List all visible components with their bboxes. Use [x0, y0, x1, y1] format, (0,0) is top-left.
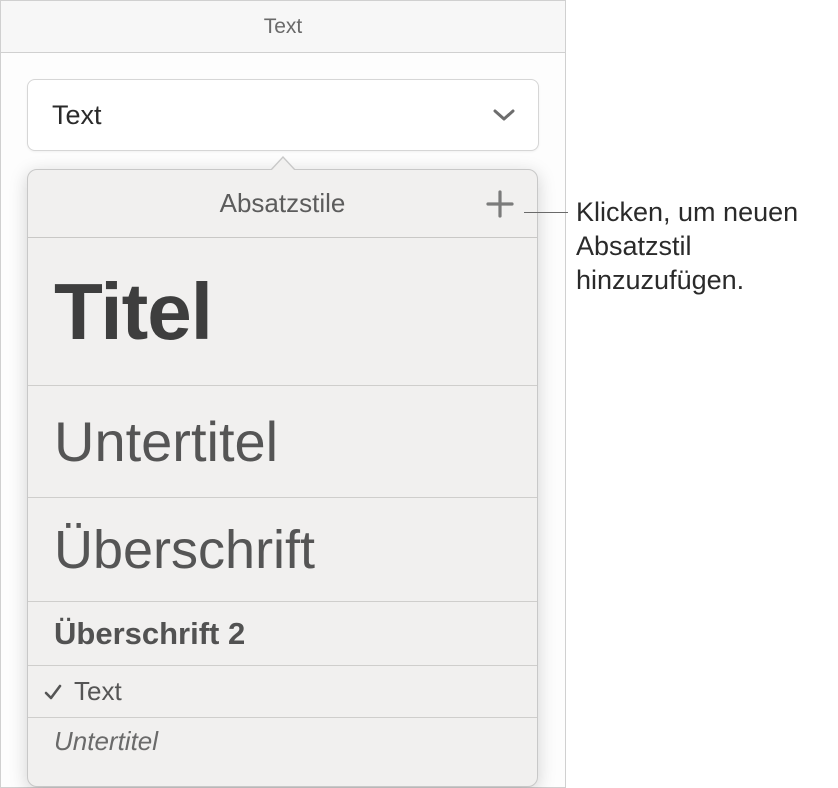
- style-label: Text: [74, 676, 122, 707]
- plus-icon: [485, 189, 515, 219]
- paragraph-styles-popover: Absatzstile Titel Untertitel Überschrift…: [27, 169, 538, 787]
- tab-text[interactable]: Text: [264, 15, 303, 39]
- paragraph-style-dropdown-value: Text: [52, 100, 102, 131]
- style-label: Untertitel: [54, 726, 158, 757]
- popover-header: Absatzstile: [28, 170, 537, 238]
- style-item-untertitel[interactable]: Untertitel: [28, 386, 537, 498]
- chevron-down-icon: [492, 108, 516, 122]
- style-item-text[interactable]: Text: [28, 666, 537, 718]
- style-label: Überschrift 2: [54, 616, 245, 652]
- style-item-titel[interactable]: Titel: [28, 238, 537, 386]
- style-label: Überschrift: [54, 519, 315, 581]
- style-item-ueberschrift-2[interactable]: Überschrift 2: [28, 602, 537, 666]
- add-paragraph-style-button[interactable]: [481, 185, 519, 223]
- paragraph-style-dropdown-wrap: Text: [1, 53, 565, 151]
- callout-text: Klicken, um neuen Absatzstil hinzuzufüge…: [576, 196, 832, 297]
- paragraph-styles-list: Titel Untertitel Überschrift Überschrift…: [28, 238, 537, 766]
- style-item-untertitel-caption[interactable]: Untertitel: [28, 718, 537, 766]
- style-item-ueberschrift[interactable]: Überschrift: [28, 498, 537, 602]
- style-label: Untertitel: [54, 409, 278, 474]
- style-label: Titel: [54, 266, 212, 358]
- popover-title: Absatzstile: [28, 188, 537, 219]
- checkmark-icon: [42, 683, 64, 701]
- popover-arrow: [270, 156, 296, 170]
- paragraph-style-dropdown[interactable]: Text: [27, 79, 539, 151]
- callout-leader-line: [524, 212, 568, 213]
- inspector-tab-bar: Text: [1, 1, 565, 53]
